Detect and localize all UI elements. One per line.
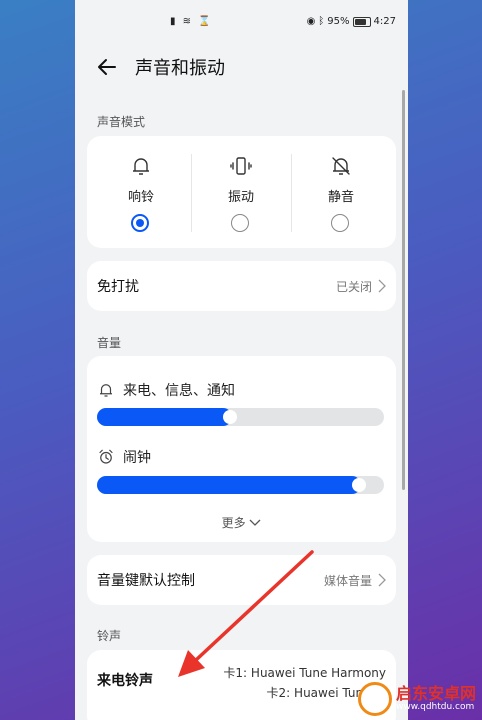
mode-silent-radio[interactable] — [331, 214, 349, 232]
volume-key-label: 音量键默认控制 — [97, 573, 195, 589]
chevron-right-icon — [378, 573, 386, 587]
watermark-title: 启东安卓网 — [395, 684, 476, 704]
page-title: 声音和振动 — [135, 58, 225, 79]
bell-off-icon — [332, 157, 350, 175]
volume-section-label: 音量 — [97, 336, 122, 350]
mode-vibrate[interactable]: 振动 — [191, 136, 291, 248]
volume-key-value: 媒体音量 — [323, 574, 372, 588]
mode-vibrate-radio[interactable] — [231, 214, 249, 232]
volume-card: 来电、信息、通知 闹钟 更多 — [87, 356, 396, 542]
ringtone-sim1: 卡1: Huawei Tune Harmony — [223, 666, 386, 680]
mode-silent[interactable]: 静音 — [291, 136, 391, 248]
ring-volume-slider[interactable] — [97, 408, 384, 426]
chevron-right-icon — [378, 279, 386, 293]
battery-icon — [352, 16, 371, 27]
mode-vibrate-label: 振动 — [227, 190, 254, 205]
ringtone-label: 来电铃声 — [97, 673, 153, 689]
scrollbar[interactable] — [402, 90, 405, 490]
mode-ring-label: 响铃 — [127, 190, 154, 205]
volume-ring-row: 来电、信息、通知 — [97, 380, 235, 400]
slider-fill — [97, 476, 362, 494]
watermark-text: 启东安卓网 www.qdhtdu.com — [396, 685, 476, 712]
do-not-disturb-value: 已关闭 — [335, 280, 372, 294]
back-arrow-icon[interactable] — [95, 54, 121, 80]
mode-ring[interactable]: 响铃 — [91, 136, 191, 248]
status-bar: ▮ ≋ ⌛ ◉ ᛒ 95% 4:27 — [75, 0, 408, 44]
clock-time: 4:27 — [373, 16, 396, 27]
watermark-url: www.qdhtdu.com — [395, 701, 475, 712]
alarm-volume-slider[interactable] — [97, 476, 384, 494]
watermark-logo-icon — [357, 682, 392, 716]
ringtone-row[interactable]: 来电铃声 卡1: Huawei Tune Harmony 卡2: Huawei … — [87, 650, 396, 720]
phone-screen: ▮ ≋ ⌛ ◉ ᛒ 95% 4:27 声音和振动 声音模式 响铃 振动 静音 免… — [75, 0, 408, 720]
slider-fill — [97, 408, 232, 426]
volume-ring-label: 来电、信息、通知 — [123, 383, 235, 399]
page-header: 声音和振动 — [75, 48, 408, 84]
status-center-icons: ▮ ≋ ⌛ — [170, 16, 213, 27]
mode-ring-radio[interactable] — [131, 214, 149, 232]
bell-icon — [100, 384, 112, 397]
slider-thumb[interactable] — [222, 410, 237, 424]
more-button[interactable]: 更多 — [87, 514, 396, 531]
alarm-clock-icon — [99, 449, 113, 464]
do-not-disturb-row[interactable]: 免打扰 已关闭 — [87, 261, 396, 311]
mode-silent-label: 静音 — [327, 190, 354, 205]
volume-alarm-label: 闹钟 — [123, 450, 151, 466]
do-not-disturb-label: 免打扰 — [97, 279, 139, 295]
chevron-down-icon — [249, 519, 261, 526]
bluetooth-icon: ᛒ — [318, 16, 325, 27]
vibrate-icon — [230, 157, 252, 175]
eye-icon: ◉ — [306, 16, 316, 27]
volume-key-row[interactable]: 音量键默认控制 媒体音量 — [87, 555, 396, 605]
site-watermark: 启东安卓网 www.qdhtdu.com — [357, 682, 476, 716]
ringtone-section-label: 铃声 — [97, 629, 122, 643]
sound-mode-section-label: 声音模式 — [97, 115, 146, 129]
bell-icon — [133, 158, 149, 175]
volume-alarm-row: 闹钟 — [97, 447, 151, 467]
sound-mode-card: 响铃 振动 静音 — [87, 136, 396, 248]
battery-percent: 95% — [327, 16, 350, 27]
slider-thumb[interactable] — [352, 478, 367, 492]
status-right: ◉ ᛒ 95% 4:27 — [307, 16, 396, 27]
more-label: 更多 — [221, 516, 246, 530]
